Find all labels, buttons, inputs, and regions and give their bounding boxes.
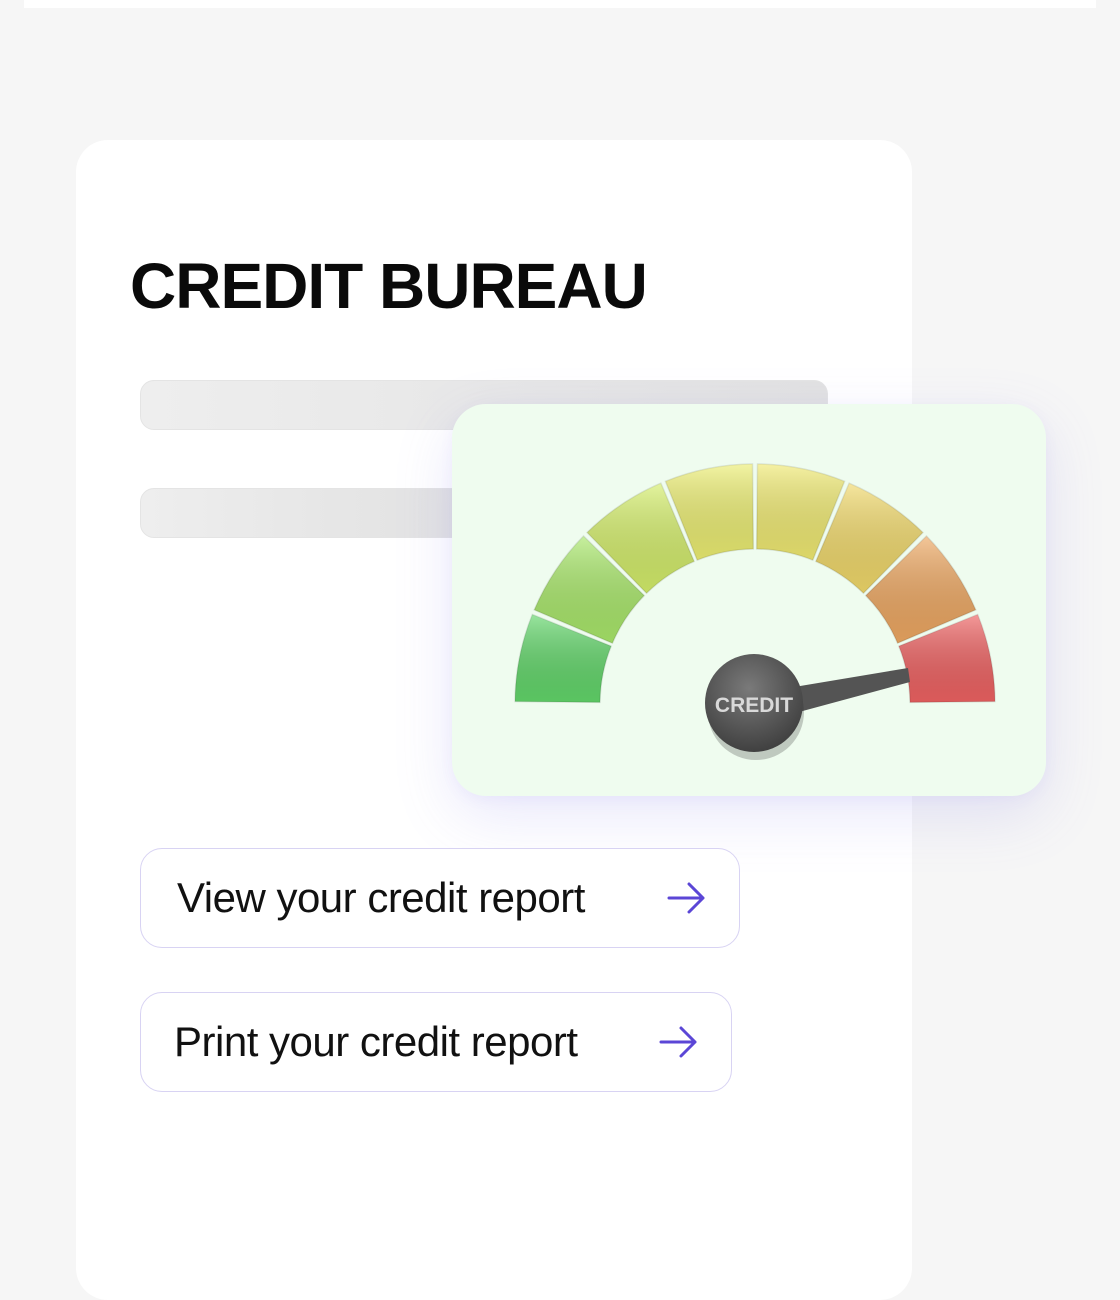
credit-gauge-card: CREDIT: [452, 404, 1046, 796]
arrow-right-icon: [667, 882, 705, 914]
view-credit-report-button[interactable]: View your credit report: [140, 848, 740, 948]
credit-gauge-icon: CREDIT: [514, 463, 996, 760]
print-credit-report-label: Print your credit report: [174, 1018, 578, 1065]
print-credit-report-button[interactable]: Print your credit report: [140, 992, 732, 1092]
placeholder-line: [140, 488, 470, 538]
view-credit-report-label: View your credit report: [177, 874, 585, 921]
arrow-right-icon: [659, 1026, 697, 1058]
page-title: CREDIT BUREAU: [130, 250, 648, 322]
top-strip: [24, 0, 1096, 8]
gauge-label: CREDIT: [715, 694, 793, 717]
